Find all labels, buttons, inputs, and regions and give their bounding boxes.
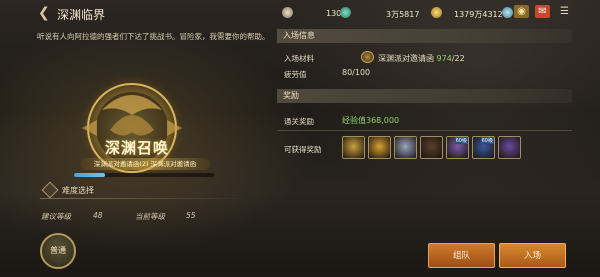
energy-icon <box>282 7 293 18</box>
gold-coin-icon <box>431 7 442 18</box>
clear-reward-label: 通关奖励 <box>284 117 314 126</box>
energy-value: 130 <box>326 9 342 18</box>
difficulty-normal-button[interactable]: 普通 <box>40 233 76 269</box>
silver-disc-icon[interactable] <box>394 136 417 159</box>
top-bar: ❮ 深渊临界 130 3万5817 1379万4312 ◉ ✉ ☰ <box>0 0 600 26</box>
material-label: 入场材料 <box>284 54 314 63</box>
recommended-level-value: 48 <box>93 211 103 220</box>
gold-bars-icon[interactable] <box>342 136 365 159</box>
purple-sword-icon[interactable] <box>498 136 521 159</box>
progress-fill <box>74 173 105 177</box>
level-badge: 60级 <box>454 137 468 144</box>
invitation-ticket-icon <box>361 51 374 63</box>
gem-icon <box>340 7 351 18</box>
menu-icon[interactable]: ☰ <box>557 5 572 18</box>
divider <box>40 198 250 199</box>
page-title: 深渊临界 <box>57 8 106 22</box>
team-button[interactable]: 组队 <box>428 243 495 268</box>
emblem-title: 深渊召唤 <box>105 139 170 157</box>
stage-description: 听说有人向阿拉德的强者们下达了挑战书。冒险家，我需要你的帮助。 <box>37 32 270 41</box>
gem-value: 3万5817 <box>386 10 420 19</box>
emblem-ribbon: 深渊派对邀请函(2) 深渊派对邀请函 <box>80 158 210 170</box>
clear-reward-value: 经验值368,000 <box>342 116 400 125</box>
difficulty-label: 难度选择 <box>62 186 94 195</box>
divider <box>277 130 572 131</box>
dark-chest-icon[interactable] <box>420 136 443 159</box>
sun-orb-icon[interactable] <box>368 136 391 159</box>
progress-bar <box>74 173 214 177</box>
enter-button[interactable]: 入场 <box>499 243 566 268</box>
mail-icon[interactable]: ✉ <box>535 5 550 18</box>
entry-info-header: 入场信息 <box>277 29 572 43</box>
back-arrow-icon[interactable]: ❮ <box>38 5 50 21</box>
current-level-label: 当前等级 <box>135 212 165 221</box>
treasure-icon[interactable]: ◉ <box>514 5 529 18</box>
level-badge: 60级 <box>480 137 494 144</box>
purple-crystal-icon[interactable]: 60级 <box>446 136 469 159</box>
obtainable-reward-label: 可获得奖励 <box>284 145 322 154</box>
reward-items: 60级 60级 <box>342 136 521 159</box>
fatigue-label: 疲劳值 <box>284 70 307 79</box>
recommended-level-label: 建议等级 <box>41 212 71 221</box>
gold-value: 1379万4312 <box>454 10 503 19</box>
difficulty-icon <box>41 181 59 199</box>
crystal-icon <box>502 7 513 18</box>
material-name: 深渊派对邀请函 974/22 <box>378 54 465 63</box>
current-level-value: 55 <box>186 211 196 220</box>
blue-sword-icon[interactable]: 60级 <box>472 136 495 159</box>
fatigue-value: 80/100 <box>342 68 371 77</box>
rewards-header: 奖励 <box>277 89 572 103</box>
